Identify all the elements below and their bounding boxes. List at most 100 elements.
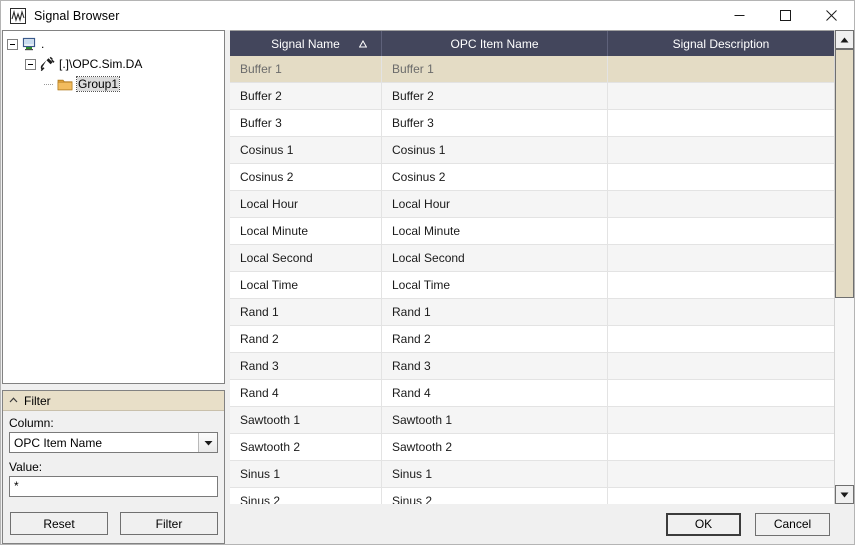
grid-vertical-scrollbar[interactable] (834, 30, 854, 504)
chevron-down-icon[interactable] (198, 433, 217, 452)
signal-tree[interactable]: . [.]\OPC.Sim.DA Group1 (2, 30, 225, 384)
column-header-signal-name[interactable]: Signal Name (230, 31, 382, 56)
window-title: Signal Browser (34, 8, 120, 23)
expander-icon[interactable] (7, 38, 18, 50)
cell-signal-name: Rand 2 (230, 326, 382, 352)
cell-signal-description (608, 191, 834, 217)
cell-signal-description (608, 353, 834, 379)
cell-signal-description (608, 488, 834, 504)
table-row[interactable]: Local Minute Local Minute (230, 218, 834, 245)
column-header-label: OPC Item Name (450, 36, 539, 51)
table-row[interactable]: Local Second Local Second (230, 245, 834, 272)
ok-button[interactable]: OK (666, 512, 741, 536)
cell-signal-description (608, 272, 834, 298)
maximize-icon (779, 10, 791, 21)
reset-button[interactable]: Reset (10, 512, 108, 535)
scrollbar-track[interactable] (835, 49, 854, 485)
grid-body[interactable]: Buffer 1 Buffer 1 Buffer 2 Buffer 2 Buffer 3… (230, 56, 834, 504)
cell-signal-description (608, 245, 834, 271)
column-select[interactable]: OPC Item Name (9, 432, 218, 453)
title-bar: Signal Browser (1, 1, 854, 30)
signal-grid: Signal Name OPC Item Name Signal Descrip… (230, 30, 834, 504)
table-row[interactable]: Cosinus 1 Cosinus 1 (230, 137, 834, 164)
cell-opc-item-name: Cosinus 2 (382, 164, 608, 190)
tree-node-server[interactable]: [.]\OPC.Sim.DA (3, 54, 224, 74)
filter-actions: Reset Filter (2, 504, 225, 544)
table-row[interactable]: Buffer 1 Buffer 1 (230, 56, 834, 83)
tree-node-label: . (41, 37, 45, 51)
table-row[interactable]: Sinus 1 Sinus 1 (230, 461, 834, 488)
cell-opc-item-name: Sinus 1 (382, 461, 608, 487)
table-row[interactable]: Buffer 3 Buffer 3 (230, 110, 834, 137)
column-header-label: Signal Name (271, 36, 340, 51)
cell-opc-item-name: Buffer 3 (382, 110, 608, 136)
cell-signal-description (608, 83, 834, 109)
cell-signal-description (608, 380, 834, 406)
cell-signal-description (608, 218, 834, 244)
table-row[interactable]: Sinus 2 Sinus 2 (230, 488, 834, 504)
folder-icon (57, 79, 73, 91)
left-panel: . [.]\OPC.Sim.DA Group1 Filter Column: O… (1, 30, 225, 544)
cell-signal-description (608, 299, 834, 325)
scroll-down-icon (840, 492, 849, 497)
close-button[interactable] (808, 1, 854, 30)
signal-grid-wrapper: Signal Name OPC Item Name Signal Descrip… (230, 30, 854, 504)
signal-browser-window: Signal Browser . [.]\OPC.Sim.DA Group1 F… (0, 0, 855, 545)
cell-signal-description (608, 407, 834, 433)
table-row[interactable]: Local Time Local Time (230, 272, 834, 299)
table-row[interactable]: Rand 1 Rand 1 (230, 299, 834, 326)
cancel-button[interactable]: Cancel (755, 512, 830, 536)
cell-opc-item-name: Rand 2 (382, 326, 608, 352)
table-row[interactable]: Sawtooth 1 Sawtooth 1 (230, 407, 834, 434)
scrollbar-thumb[interactable] (835, 49, 854, 298)
cell-signal-name: Rand 3 (230, 353, 382, 379)
value-input[interactable]: * (9, 476, 218, 497)
cell-opc-item-name: Cosinus 1 (382, 137, 608, 163)
cell-signal-description (608, 164, 834, 190)
right-panel: Signal Name OPC Item Name Signal Descrip… (225, 30, 854, 544)
cell-signal-name: Rand 4 (230, 380, 382, 406)
filter-panel: Filter Column: OPC Item Name Value: * (2, 390, 225, 504)
table-row[interactable]: Cosinus 2 Cosinus 2 (230, 164, 834, 191)
cell-signal-name: Sinus 1 (230, 461, 382, 487)
table-row[interactable]: Rand 2 Rand 2 (230, 326, 834, 353)
filter-button[interactable]: Filter (120, 512, 218, 535)
cell-signal-name: Sawtooth 2 (230, 434, 382, 460)
cell-signal-name: Buffer 3 (230, 110, 382, 136)
cell-opc-item-name: Local Second (382, 245, 608, 271)
column-header-opc-item-name[interactable]: OPC Item Name (382, 31, 608, 56)
minimize-button[interactable] (716, 1, 762, 30)
column-label: Column: (9, 416, 54, 430)
filter-panel-body: Column: OPC Item Name Value: * (3, 411, 224, 504)
window-controls (716, 1, 854, 30)
filter-panel-header[interactable]: Filter (3, 391, 224, 411)
tree-node-root[interactable]: . (3, 34, 224, 54)
table-row[interactable]: Rand 3 Rand 3 (230, 353, 834, 380)
table-row[interactable]: Rand 4 Rand 4 (230, 380, 834, 407)
scroll-up-button[interactable] (835, 30, 854, 49)
maximize-button[interactable] (762, 1, 808, 30)
cell-signal-name: Local Time (230, 272, 382, 298)
expander-icon[interactable] (25, 58, 36, 70)
cell-signal-name: Cosinus 1 (230, 137, 382, 163)
cell-opc-item-name: Sawtooth 2 (382, 434, 608, 460)
table-row[interactable]: Buffer 2 Buffer 2 (230, 83, 834, 110)
cell-signal-description (608, 461, 834, 487)
table-row[interactable]: Local Hour Local Hour (230, 191, 834, 218)
waveform-icon (10, 7, 26, 24)
filter-panel-title: Filter (24, 393, 51, 408)
column-header-signal-description[interactable]: Signal Description (608, 31, 834, 56)
table-row[interactable]: Sawtooth 2 Sawtooth 2 (230, 434, 834, 461)
tree-node-label: Group1 (75, 76, 121, 92)
scroll-up-icon (840, 37, 849, 42)
cell-signal-name: Sinus 2 (230, 488, 382, 504)
cell-opc-item-name: Local Hour (382, 191, 608, 217)
cell-signal-description (608, 137, 834, 163)
cell-signal-name: Buffer 1 (230, 56, 382, 82)
cell-signal-name: Buffer 2 (230, 83, 382, 109)
minimize-icon (734, 15, 744, 16)
chevron-up-icon (9, 397, 18, 403)
tree-node-group1[interactable]: Group1 (3, 74, 224, 94)
plug-icon (40, 56, 55, 72)
scroll-down-button[interactable] (835, 485, 854, 504)
